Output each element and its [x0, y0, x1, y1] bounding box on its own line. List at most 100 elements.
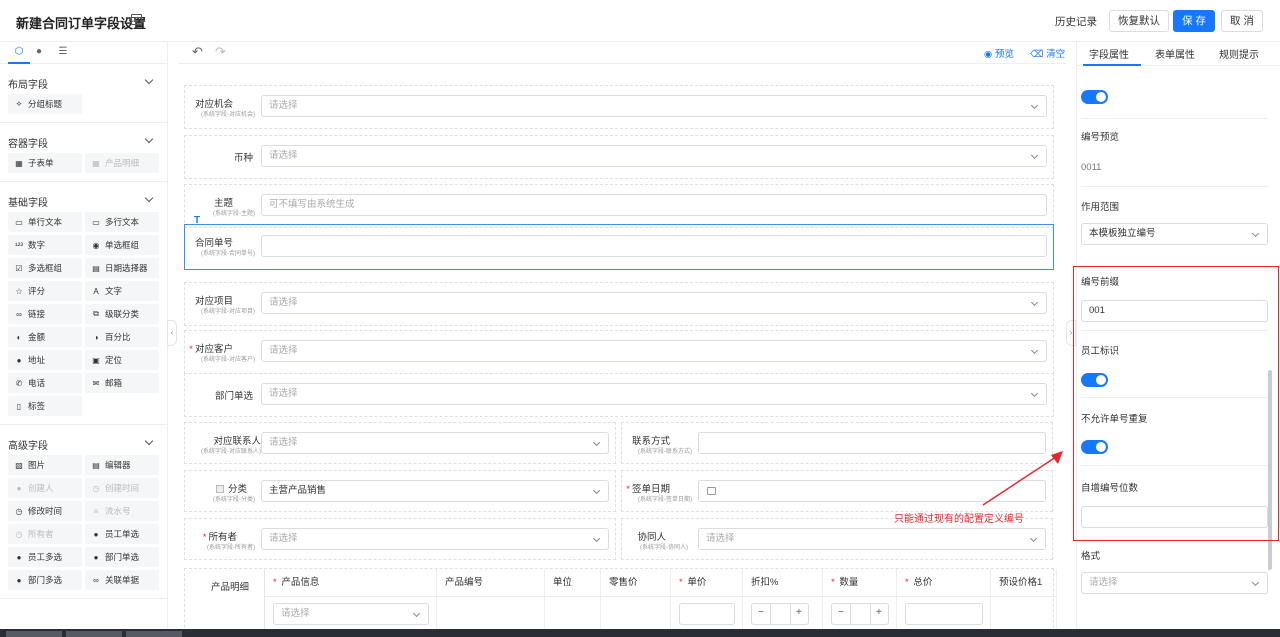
field-tile[interactable]: ⟡ 分组标题: [8, 94, 82, 114]
field-tile[interactable]: ▤ 编辑器: [85, 455, 159, 475]
field-row[interactable]: 对应项目 (系统字段-对应项目) 请选择: [184, 282, 1054, 326]
field-input[interactable]: 可不填写由系统生成: [261, 194, 1047, 216]
preview-button[interactable]: ◉ 预览: [984, 46, 1014, 60]
checkbox-icon[interactable]: [215, 485, 224, 493]
field-row[interactable]: 对应机会 (系统字段-对应机会) 请选择: [184, 85, 1054, 129]
cancel-button[interactable]: 取 消: [1221, 10, 1263, 32]
field-value: 可不填写由系统生成: [269, 199, 355, 210]
price-input[interactable]: [679, 603, 735, 625]
restore-default-button[interactable]: 恢复默认: [1109, 10, 1169, 32]
field-tile[interactable]: ◷ 所有者: [8, 524, 82, 544]
scope-select[interactable]: 本模板独立编号: [1081, 223, 1268, 245]
field-tile[interactable]: ☑ 多选框组: [8, 258, 82, 278]
field-tile[interactable]: ¹²³ 数字: [8, 235, 82, 255]
field-select[interactable]: 请选择: [261, 383, 1047, 405]
field-tile[interactable]: ▣ 定位: [85, 350, 159, 370]
field-tile[interactable]: ● 员工多选: [8, 547, 82, 567]
field-tile[interactable]: ● 部门多选: [8, 570, 82, 590]
field-tile[interactable]: ▭ 多行文本: [85, 212, 159, 232]
field-tile[interactable]: ◷ 修改时间: [8, 501, 82, 521]
field-tile-label: 标签: [28, 401, 46, 411]
field-tile-label: 编辑器: [105, 460, 131, 470]
field-tile-label: 定位: [105, 355, 123, 365]
field-tile[interactable]: ∞ 关联单据: [85, 570, 159, 590]
field-input[interactable]: [261, 235, 1047, 257]
taskbar-item[interactable]: [66, 631, 122, 637]
field-value: 请选择: [269, 345, 298, 356]
left-collapse-handle[interactable]: ‹: [167, 320, 177, 346]
field-row[interactable]: 部门单选 请选择: [184, 373, 1054, 417]
history-link[interactable]: 历史记录: [1055, 14, 1097, 29]
field-tile[interactable]: ⧉ 级联分类: [85, 304, 159, 324]
field-row-category[interactable]: 分类 (系统字段-分类) 主营产品销售: [184, 470, 616, 512]
field-group-header[interactable]: 基础字段: [0, 190, 167, 212]
minus-icon[interactable]: −: [758, 607, 764, 618]
collaborator-select[interactable]: 请选择: [698, 528, 1046, 550]
field-tile[interactable]: ▯ 标签: [8, 396, 82, 416]
field-row[interactable]: * 对应客户 (系统字段-对应客户) 请选择: [184, 330, 1054, 374]
field-value: 请选择: [269, 388, 298, 399]
field-tile[interactable]: ▭ 单行文本: [8, 212, 82, 232]
field-select[interactable]: 请选择: [261, 340, 1047, 362]
field-tile[interactable]: ● 创建人: [8, 478, 82, 498]
field-select[interactable]: 请选择: [261, 95, 1047, 117]
field-row-owner[interactable]: * 所有者 (系统字段-所有者) 请选择: [184, 518, 616, 560]
field-tile[interactable]: ∞ 链接: [8, 304, 82, 324]
taskbar-item[interactable]: [6, 631, 62, 637]
field-tile[interactable]: ● 地址: [8, 350, 82, 370]
field-group-header[interactable]: 布局字段: [0, 72, 167, 94]
field-tile[interactable]: ☆ 评分: [8, 281, 82, 301]
product-select[interactable]: 请选择: [273, 603, 429, 625]
quantity-stepper[interactable]: − +: [751, 603, 809, 625]
field-tile[interactable]: ◐ 金额: [8, 327, 82, 347]
plus-icon[interactable]: +: [876, 607, 882, 618]
field-tile[interactable]: A 文字: [85, 281, 159, 301]
field-tile[interactable]: ▦ 子表单: [8, 153, 82, 173]
minus-icon[interactable]: −: [838, 607, 844, 618]
field-tile[interactable]: ▦ 产品明细: [85, 153, 159, 173]
tab-rule-hints[interactable]: 规则提示: [1219, 46, 1259, 61]
owner-select[interactable]: 请选择: [261, 528, 609, 550]
field-tile[interactable]: ◷ 创建时间: [85, 478, 159, 498]
field-group-header[interactable]: 高级字段: [0, 433, 167, 455]
format-select[interactable]: 请选择: [1081, 572, 1268, 594]
field-row[interactable]: 主题 (系统字段-主题) 可不填写由系统生成 T: [184, 184, 1054, 228]
clear-button[interactable]: ⌫ 清空: [1030, 46, 1065, 60]
field-tile[interactable]: ● 部门单选: [85, 547, 159, 567]
auto-number-toggle[interactable]: [1081, 90, 1108, 104]
redo-icon[interactable]: ↷: [215, 44, 226, 60]
field-tile[interactable]: ● 员工单选: [85, 524, 159, 544]
field-label: 合同单号: [185, 235, 233, 249]
field-tile[interactable]: ◉ 单选框组: [85, 235, 159, 255]
field-group-title: 布局字段: [8, 80, 48, 91]
category-select[interactable]: 主营产品销售: [261, 480, 609, 502]
field-tile[interactable]: ▧ 图片: [8, 455, 82, 475]
save-button[interactable]: 保 存: [1173, 10, 1215, 32]
field-select[interactable]: 请选择: [261, 145, 1047, 167]
price-input[interactable]: [905, 603, 983, 625]
field-row[interactable]: 币种 请选择: [184, 135, 1054, 179]
undo-icon[interactable]: ↶: [192, 44, 203, 60]
layout-icon[interactable]: [131, 14, 142, 25]
money-icon: ◐: [16, 332, 22, 342]
field-label: 主题: [185, 195, 233, 209]
field-group-header[interactable]: 容器字段: [0, 131, 167, 153]
field-select[interactable]: 请选择: [261, 292, 1047, 314]
field-row-contact[interactable]: 对应联系人 (系统字段-对应联系人) 请选择: [184, 422, 616, 464]
field-tile[interactable]: ▤ 日期选择器: [85, 258, 159, 278]
taskbar-item[interactable]: [126, 631, 182, 637]
quantity-stepper[interactable]: − +: [831, 603, 889, 625]
contact-select[interactable]: 请选择: [261, 432, 609, 454]
tree-icon[interactable]: ☰: [56, 45, 70, 59]
info-icon[interactable]: ●: [32, 45, 46, 59]
field-tile[interactable]: ✆ 电话: [8, 373, 82, 393]
field-tile[interactable]: ◑ 百分比: [85, 327, 159, 347]
tab-form-properties[interactable]: 表单属性: [1155, 46, 1195, 61]
tab-field-properties[interactable]: 字段属性: [1089, 46, 1129, 61]
field-tile[interactable]: ✉ 邮箱: [85, 373, 159, 393]
field-row[interactable]: 合同单号 (系统字段-合同单号): [184, 224, 1054, 270]
cube-icon[interactable]: ⬡: [12, 45, 26, 59]
field-row-product-detail[interactable]: 产品明细 * 产品信息 请选择 产品编号 单位 零售价 * 单价 折扣% − + * 数量 − + * …: [184, 568, 1057, 637]
plus-icon[interactable]: +: [796, 607, 802, 618]
field-tile[interactable]: ≡ 流水号: [85, 501, 159, 521]
